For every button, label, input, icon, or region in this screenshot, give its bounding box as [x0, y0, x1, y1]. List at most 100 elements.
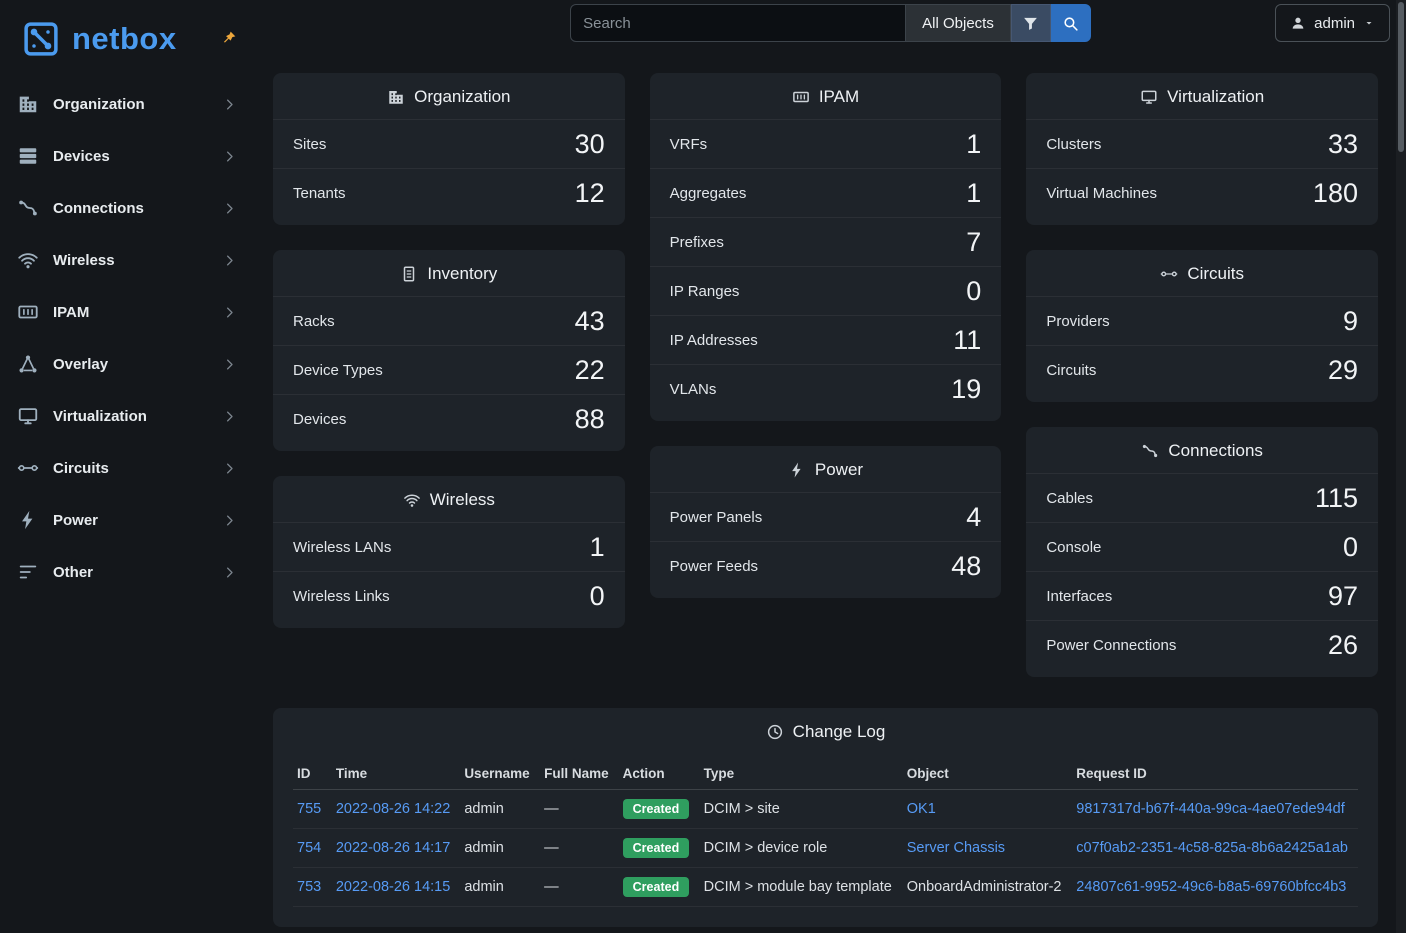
change-id-link[interactable]: 755 [297, 801, 321, 817]
user-menu-button[interactable]: admin [1275, 4, 1390, 42]
column-header-full-name[interactable]: Full Name [540, 758, 619, 790]
stat-label: IP Ranges [670, 283, 740, 300]
change-type: DCIM > site [700, 790, 903, 829]
stat-value[interactable]: 43 [575, 308, 605, 335]
sidebar-item-virtualization[interactable]: Virtualization [0, 390, 255, 442]
column-header-username[interactable]: Username [460, 758, 540, 790]
request-id-link[interactable]: 9817317d-b67f-440a-99ca-4ae07ede94df [1076, 801, 1344, 817]
stat-value[interactable]: 1 [966, 180, 981, 207]
stat-label: Device Types [293, 362, 383, 379]
change-log-table: ID Time Username Full Name Action Type O… [293, 758, 1358, 907]
stat-value[interactable]: 7 [966, 229, 981, 256]
monitor-icon [1140, 88, 1158, 106]
search-input[interactable] [570, 4, 906, 42]
pin-icon[interactable] [221, 30, 237, 46]
stat-row: IP Ranges 0 [650, 266, 1002, 315]
sidebar-item-label: Circuits [53, 460, 208, 477]
sidebar: netbox Organization Devices Connections [0, 0, 255, 933]
stat-value[interactable]: 180 [1313, 180, 1358, 207]
change-id-link[interactable]: 753 [297, 879, 321, 895]
stat-value[interactable]: 12 [575, 180, 605, 207]
netbox-logo[interactable]: netbox [0, 0, 255, 78]
sidebar-item-organization[interactable]: Organization [0, 78, 255, 130]
stat-row: Power Feeds 48 [650, 541, 1002, 590]
stat-value[interactable]: 29 [1328, 357, 1358, 384]
lightning-icon [788, 461, 806, 479]
column-header-object[interactable]: Object [903, 758, 1073, 790]
column-header-action[interactable]: Action [619, 758, 700, 790]
chevron-right-icon [222, 97, 237, 112]
scrollbar-thumb[interactable] [1398, 2, 1404, 152]
chevron-right-icon [222, 357, 237, 372]
stat-value[interactable]: 0 [1343, 534, 1358, 561]
stat-value[interactable]: 22 [575, 357, 605, 384]
sidebar-item-power[interactable]: Power [0, 494, 255, 546]
stat-row: Virtual Machines 180 [1026, 168, 1378, 217]
stat-label: VLANs [670, 381, 717, 398]
sidebar-item-overlay[interactable]: Overlay [0, 338, 255, 390]
chevron-right-icon [222, 201, 237, 216]
stat-label: Power Panels [670, 509, 763, 526]
change-object-link[interactable]: OK1 [907, 801, 936, 817]
change-time-link[interactable]: 2022-08-26 14:22 [336, 801, 451, 817]
stat-value[interactable]: 115 [1315, 485, 1358, 512]
stat-label: Wireless LANs [293, 539, 391, 556]
virtualization-card: Virtualization Clusters 33 Virtual Machi… [1026, 73, 1378, 225]
sidebar-item-devices[interactable]: Devices [0, 130, 255, 182]
change-object-link[interactable]: Server Chassis [907, 840, 1005, 856]
sidebar-menu: Organization Devices Connections Wireles… [0, 78, 255, 598]
request-id-link[interactable]: 24807c61-9952-49c6-b8a5-69760bfcc4b3 [1076, 879, 1346, 895]
sidebar-item-label: IPAM [53, 304, 208, 321]
stat-value[interactable]: 30 [575, 131, 605, 158]
object-type-dropdown[interactable]: All Objects [906, 4, 1011, 42]
stat-value[interactable]: 0 [590, 583, 605, 610]
stat-value[interactable]: 11 [953, 327, 981, 354]
building-icon [387, 88, 405, 106]
sidebar-item-ipam[interactable]: IPAM [0, 286, 255, 338]
sidebar-item-connections[interactable]: Connections [0, 182, 255, 234]
power-card: Power Power Panels 4 Power Feeds 48 [650, 446, 1002, 598]
stat-value[interactable]: 4 [966, 504, 981, 531]
card-title-label: Inventory [427, 264, 497, 284]
stat-row: Prefixes 7 [650, 217, 1002, 266]
stat-value[interactable]: 33 [1328, 131, 1358, 158]
column-header-id[interactable]: ID [293, 758, 332, 790]
transit-connection-icon [1160, 265, 1178, 283]
transit-connection-icon [17, 457, 39, 479]
stat-value[interactable]: 1 [966, 131, 981, 158]
stat-value[interactable]: 88 [575, 406, 605, 433]
main-area: All Objects admin Organi [255, 0, 1406, 933]
card-title: Connections [1026, 427, 1378, 473]
filter-button[interactable] [1011, 4, 1051, 42]
change-log-title-label: Change Log [793, 722, 886, 742]
table-header-row: ID Time Username Full Name Action Type O… [293, 758, 1358, 790]
stat-value[interactable]: 48 [951, 553, 981, 580]
stat-row: Providers 9 [1026, 296, 1378, 345]
stat-value[interactable]: 0 [966, 278, 981, 305]
action-badge: Created [623, 877, 690, 897]
stat-value[interactable]: 26 [1328, 632, 1358, 659]
column-header-time[interactable]: Time [332, 758, 461, 790]
person-icon [1290, 15, 1306, 31]
chevron-right-icon [222, 565, 237, 580]
search-submit-button[interactable] [1051, 4, 1091, 42]
change-id-link[interactable]: 754 [297, 840, 321, 856]
stat-value[interactable]: 9 [1343, 308, 1358, 335]
dashboard-column-3: Virtualization Clusters 33 Virtual Machi… [1026, 73, 1378, 677]
sidebar-item-label: Overlay [53, 356, 208, 373]
sidebar-item-other[interactable]: Other [0, 546, 255, 598]
column-header-type[interactable]: Type [700, 758, 903, 790]
sidebar-item-circuits[interactable]: Circuits [0, 442, 255, 494]
stat-label: Cables [1046, 490, 1093, 507]
column-header-request-id[interactable]: Request ID [1072, 758, 1358, 790]
stat-label: Aggregates [670, 185, 747, 202]
change-time-link[interactable]: 2022-08-26 14:15 [336, 879, 451, 895]
change-time-link[interactable]: 2022-08-26 14:17 [336, 840, 451, 856]
sidebar-item-label: Virtualization [53, 408, 208, 425]
request-id-link[interactable]: c07f0ab2-2351-4c58-825a-8b6a2425a1ab [1076, 840, 1348, 856]
stat-value[interactable]: 19 [951, 376, 981, 403]
sidebar-item-wireless[interactable]: Wireless [0, 234, 255, 286]
stat-value[interactable]: 1 [590, 534, 605, 561]
card-title-label: Wireless [430, 490, 495, 510]
stat-value[interactable]: 97 [1328, 583, 1358, 610]
